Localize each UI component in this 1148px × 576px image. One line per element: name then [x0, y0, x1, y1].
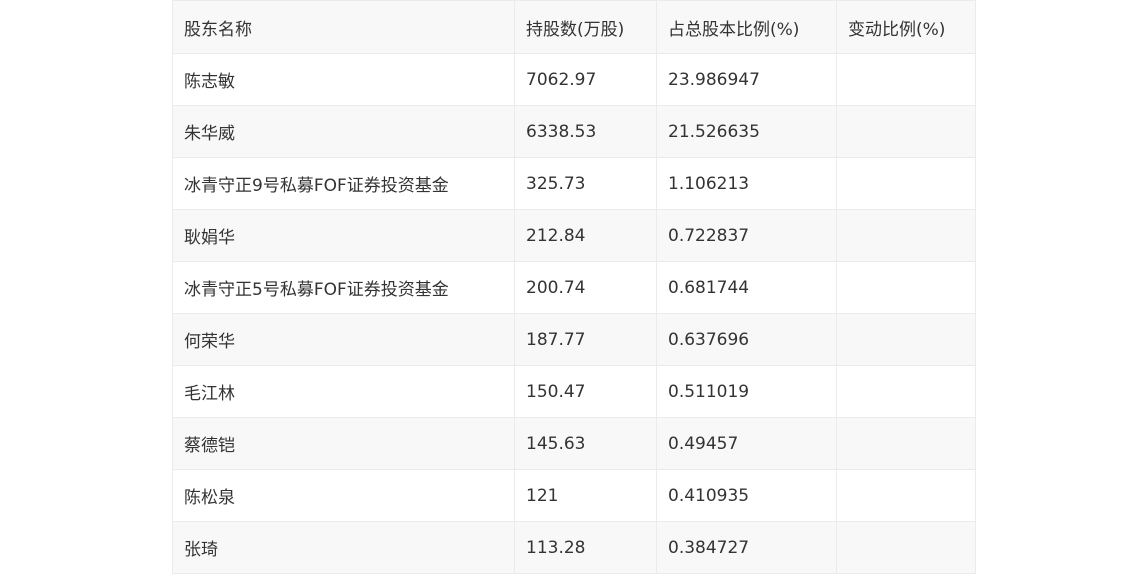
cell-change-ratio — [836, 261, 976, 314]
header-shareholder-name: 股东名称 — [172, 0, 515, 54]
cell-share-ratio: 1.106213 — [656, 157, 837, 210]
cell-change-ratio — [836, 521, 976, 574]
table-row: 耿娟华 212.84 0.722837 — [172, 209, 976, 262]
table-row: 陈志敏 7062.97 23.986947 — [172, 53, 976, 106]
cell-shareholder-name: 陈志敏 — [172, 53, 515, 106]
cell-shares-held: 113.28 — [514, 521, 657, 574]
cell-change-ratio — [836, 469, 976, 522]
table-row: 朱华威 6338.53 21.526635 — [172, 105, 976, 158]
cell-shareholder-name: 耿娟华 — [172, 209, 515, 262]
cell-shareholder-name: 张琦 — [172, 521, 515, 574]
cell-shares-held: 187.77 — [514, 313, 657, 366]
table-header-row: 股东名称 持股数(万股) 占总股本比例(%) 变动比例(%) — [172, 0, 976, 54]
cell-change-ratio — [836, 53, 976, 106]
cell-share-ratio: 21.526635 — [656, 105, 837, 158]
cell-shareholder-name: 朱华威 — [172, 105, 515, 158]
cell-shareholder-name: 陈松泉 — [172, 469, 515, 522]
cell-shares-held: 212.84 — [514, 209, 657, 262]
table-row: 陈松泉 121 0.410935 — [172, 469, 976, 522]
cell-change-ratio — [836, 313, 976, 366]
shareholder-table-container: 股东名称 持股数(万股) 占总股本比例(%) 变动比例(%) 陈志敏 7062.… — [172, 0, 976, 574]
cell-share-ratio: 0.49457 — [656, 417, 837, 470]
cell-change-ratio — [836, 209, 976, 262]
cell-share-ratio: 23.986947 — [656, 53, 837, 106]
table-row: 冰青守正9号私募FOF证券投资基金 325.73 1.106213 — [172, 157, 976, 210]
table-row: 蔡德铠 145.63 0.49457 — [172, 417, 976, 470]
header-shares-held: 持股数(万股) — [514, 0, 657, 54]
cell-share-ratio: 0.384727 — [656, 521, 837, 574]
cell-shareholder-name: 毛江林 — [172, 365, 515, 418]
cell-shares-held: 145.63 — [514, 417, 657, 470]
cell-shareholder-name: 冰青守正9号私募FOF证券投资基金 — [172, 157, 515, 210]
table-row: 张琦 113.28 0.384727 — [172, 521, 976, 574]
cell-change-ratio — [836, 365, 976, 418]
table-row: 何荣华 187.77 0.637696 — [172, 313, 976, 366]
cell-share-ratio: 0.511019 — [656, 365, 837, 418]
cell-change-ratio — [836, 157, 976, 210]
cell-shares-held: 200.74 — [514, 261, 657, 314]
cell-shares-held: 7062.97 — [514, 53, 657, 106]
cell-shares-held: 325.73 — [514, 157, 657, 210]
cell-change-ratio — [836, 417, 976, 470]
cell-share-ratio: 0.681744 — [656, 261, 837, 314]
cell-shares-held: 121 — [514, 469, 657, 522]
cell-shares-held: 6338.53 — [514, 105, 657, 158]
cell-shareholder-name: 何荣华 — [172, 313, 515, 366]
cell-share-ratio: 0.722837 — [656, 209, 837, 262]
cell-change-ratio — [836, 105, 976, 158]
cell-shares-held: 150.47 — [514, 365, 657, 418]
header-change-ratio: 变动比例(%) — [836, 0, 976, 54]
header-share-ratio: 占总股本比例(%) — [656, 0, 837, 54]
cell-share-ratio: 0.410935 — [656, 469, 837, 522]
table-row: 毛江林 150.47 0.511019 — [172, 365, 976, 418]
cell-share-ratio: 0.637696 — [656, 313, 837, 366]
cell-shareholder-name: 蔡德铠 — [172, 417, 515, 470]
shareholder-table: 股东名称 持股数(万股) 占总股本比例(%) 变动比例(%) 陈志敏 7062.… — [172, 0, 976, 574]
table-row: 冰青守正5号私募FOF证券投资基金 200.74 0.681744 — [172, 261, 976, 314]
cell-shareholder-name: 冰青守正5号私募FOF证券投资基金 — [172, 261, 515, 314]
